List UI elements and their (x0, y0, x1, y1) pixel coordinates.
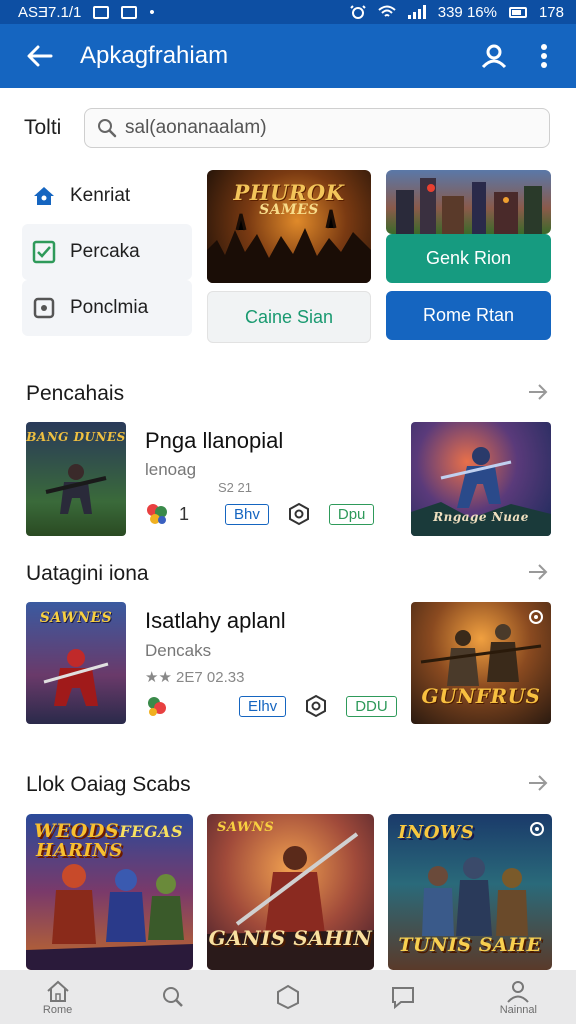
shield-icon (304, 694, 328, 718)
game-extra: S2 21 (218, 480, 252, 495)
feature-art-caption: GUNFRUS (421, 684, 541, 708)
category-menu: Kenriat Percaka Ponclmia (22, 168, 192, 344)
game-thumbnail[interactable]: SAWNES (26, 602, 126, 724)
game-feature-art[interactable]: GUNFRUS (411, 602, 551, 724)
account-icon[interactable] (476, 38, 512, 74)
badge-dpu[interactable]: Dpu (328, 503, 375, 525)
nav-label: Rome (42, 1003, 73, 1016)
game-rating: ★★ 2E7 02.33 (145, 668, 244, 686)
nav-item-home[interactable]: Rome (18, 979, 98, 1016)
nav-item-chat[interactable] (363, 985, 443, 1010)
poster-tag: FEGAS (119, 822, 183, 841)
featured-banner[interactable]: PHUROK SAMES (207, 170, 371, 283)
button-label: Genk Rion (425, 248, 512, 268)
game-subtitle: Dencaks (145, 641, 212, 660)
more-vertical-icon[interactable] (526, 38, 562, 74)
chat-icon (392, 986, 415, 1009)
section-title: Pencahais (26, 382, 125, 405)
city-scene-art (396, 178, 542, 234)
poster-subtitle: TUNIS SAHE (398, 934, 542, 956)
game-meta: Elhv DDU (145, 694, 397, 718)
battery-percent: 339 16% (437, 3, 497, 21)
badge-elhv[interactable]: Elhv (239, 695, 287, 717)
nav-item-profile[interactable]: Nainnal (478, 979, 558, 1016)
rome-rtan-button[interactable]: Rome Rtan (386, 291, 551, 340)
game-thumbnail[interactable]: BANG DUNES (26, 422, 126, 536)
nav-label: Nainnal (499, 1003, 537, 1016)
button-label: Caine Sian (244, 306, 334, 327)
status-bar: ASƎ7.1/1 • 339 16% 178 (0, 0, 576, 24)
shield-icon (287, 502, 311, 526)
arrow-right-icon[interactable] (526, 380, 550, 404)
search-value: sal(aonanaalam) (125, 117, 267, 138)
hexagon-icon (276, 984, 299, 1009)
notification-icon (121, 5, 138, 19)
checkbox-icon (32, 240, 56, 264)
menu-item-ponclmia[interactable]: Ponclmia (22, 280, 192, 336)
home-icon (32, 184, 56, 208)
feature-art-caption: Rngage Nuae (433, 510, 529, 524)
poster-card[interactable]: WEODS HARINS FEGAS (26, 814, 193, 970)
menu-item-kenriat[interactable]: Kenriat (22, 168, 192, 224)
search-input[interactable]: sal(aonanaalam) (84, 108, 550, 148)
game-title[interactable]: Isatlahy aplanl (145, 608, 286, 634)
settings-icon[interactable] (527, 608, 545, 626)
notification-icon (93, 5, 110, 19)
game-subtitle: lenoag (145, 460, 197, 479)
arrow-right-icon[interactable] (526, 560, 550, 584)
search-label: Tolti (24, 116, 62, 139)
alarm-icon (350, 5, 366, 19)
dot-icon: • (149, 3, 155, 21)
profile-icon (507, 980, 530, 1003)
content-page: Tolti sal(aonanaalam) Kenriat Percaka Po… (6, 88, 570, 970)
app-bar: Apkagfrahiam (0, 24, 576, 88)
menu-item-percaka[interactable]: Percaka (22, 224, 192, 280)
poster-title: INOWS (398, 822, 475, 843)
game-count: 1 (179, 503, 190, 524)
arrow-right-icon[interactable] (526, 771, 550, 795)
poster-title: SAWNS (217, 820, 275, 835)
game-title[interactable]: Pnga llanopial (145, 428, 283, 454)
menu-item-label: Ponclmia (70, 297, 149, 318)
battery-icon (508, 6, 527, 18)
signal-icon (407, 5, 426, 19)
banner-subtitle: SAMES (259, 202, 319, 218)
puzzle-icon (145, 502, 169, 526)
arrow-left-icon[interactable] (22, 38, 58, 74)
menu-item-label: Percaka (70, 241, 140, 262)
nav-item-search[interactable] (133, 985, 213, 1010)
section-title: Uatagini iona (26, 562, 149, 585)
home-icon (46, 980, 69, 1002)
poster-subtitle: HARINS (36, 840, 123, 861)
featured-city-art[interactable] (386, 170, 551, 234)
game-meta: 1 Bhv Dpu (145, 502, 375, 526)
menu-item-label: Kenriat (70, 185, 131, 206)
poster-card[interactable]: INOWS TUNIS SAHE (388, 814, 552, 970)
game-feature-art[interactable]: Rngage Nuae (411, 422, 551, 536)
thumbnail-title: SAWNES (39, 610, 113, 626)
badge-bhv[interactable]: Bhv (225, 503, 269, 525)
game-extra: ★★ 2E7 02.33 (145, 669, 245, 686)
search-row: Tolti sal(aonanaalam) (6, 106, 570, 150)
poster-subtitle: GANIS SAHIN (208, 926, 373, 950)
status-time: ASƎ7.1/1 (18, 3, 82, 21)
square-dot-icon (32, 296, 56, 320)
caine-sian-button[interactable]: Caine Sian (207, 291, 371, 343)
app-title: Apkagfrahiam (80, 42, 229, 69)
poster-card[interactable]: SAWNS GANIS SAHIN (207, 814, 374, 970)
search-icon (98, 119, 117, 138)
bottom-navigation: Rome Nainnal (0, 970, 576, 1024)
thumbnail-title: BANG DUNES (26, 430, 126, 444)
genk-rion-button[interactable]: Genk Rion (386, 234, 551, 283)
puzzle-icon (145, 694, 169, 718)
search-icon (162, 986, 183, 1007)
button-label: Rome Rtan (422, 305, 515, 325)
wifi-icon (378, 5, 396, 17)
nav-item-hexagon[interactable] (248, 984, 328, 1011)
status-clock: 178 (538, 3, 564, 21)
section-title: Llok Oaiag Scabs (26, 773, 191, 796)
badge-ddu[interactable]: DDU (346, 695, 397, 717)
